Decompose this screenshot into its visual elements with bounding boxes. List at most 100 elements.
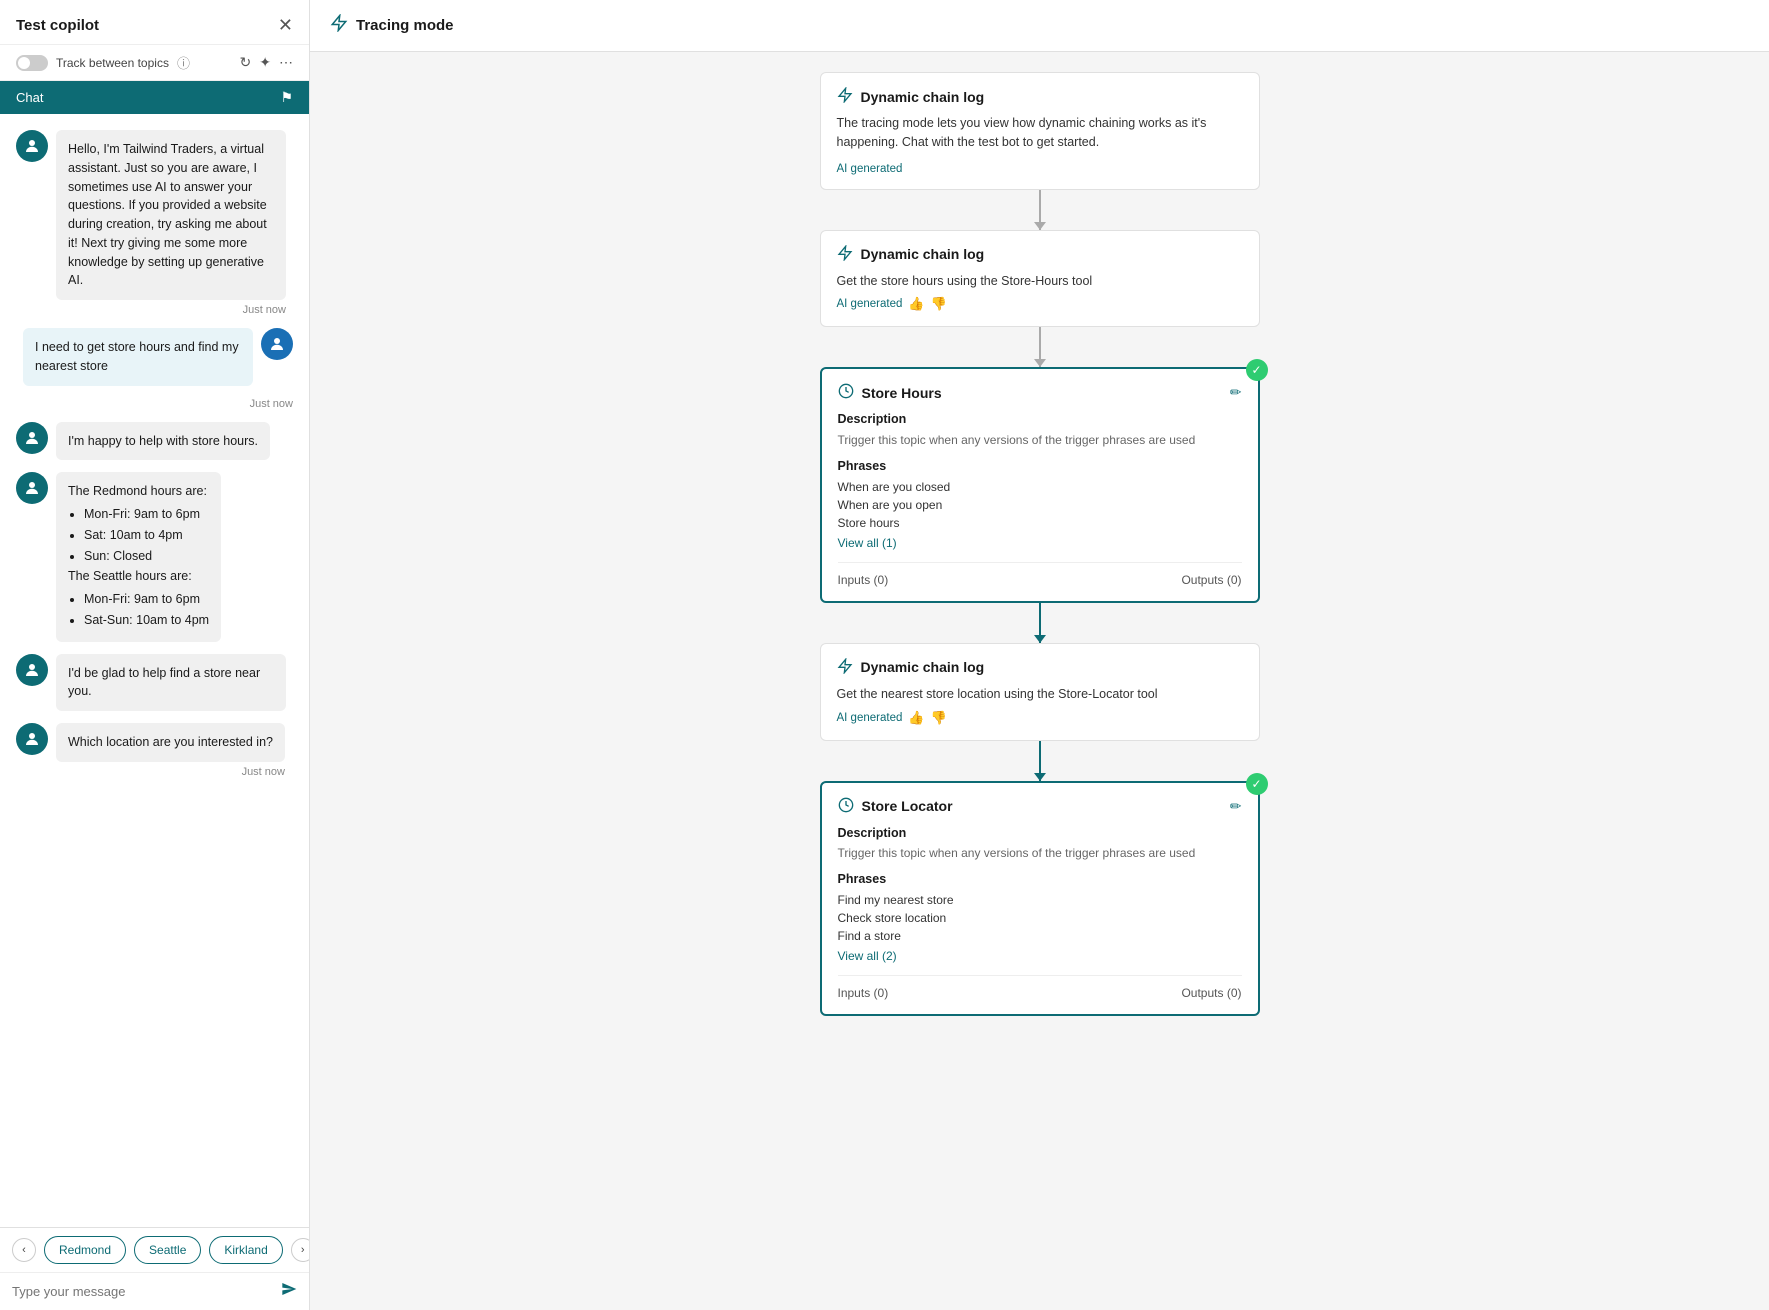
node-body-2: Get the store hours using the Store-Hour…: [837, 272, 1243, 291]
qr-seattle[interactable]: Seattle: [134, 1236, 201, 1264]
node-header-2: Dynamic chain log: [837, 245, 1243, 264]
trace-node-2: Dynamic chain log Get the store hours us…: [820, 230, 1260, 328]
qr-kirkland[interactable]: Kirkland: [209, 1236, 282, 1264]
node-divider-5: [838, 975, 1242, 976]
track-label: Track between topics: [56, 56, 169, 70]
trace-node-4: Dynamic chain log Get the nearest store …: [820, 643, 1260, 741]
view-all-link-3[interactable]: View all (1): [838, 534, 1242, 552]
node-check-5: ✓: [1246, 773, 1268, 795]
tracing-title: Tracing mode: [356, 17, 454, 34]
refresh-button[interactable]: ↻: [240, 54, 252, 71]
bot-redmond-label: The Redmond hours are:: [68, 484, 207, 498]
node-header-3: Store Hours ✏: [838, 383, 1242, 402]
thumbdown-button-2[interactable]: 👎: [931, 296, 947, 312]
bot-text-2: I'm happy to help with store hours.: [68, 434, 258, 448]
bot-avatar-5: [16, 723, 48, 755]
ai-generated-row-4: AI generated 👍 👎: [837, 710, 1243, 726]
node-body-4: Get the nearest store location using the…: [837, 685, 1243, 704]
node-title-4: Dynamic chain log: [861, 659, 985, 675]
chat-area: Hello, I'm Tailwind Traders, a virtual a…: [0, 114, 309, 1227]
phrase-item-3-2: When are you open: [838, 496, 1242, 514]
seattle-sat-sun: Sat-Sun: 10am to 4pm: [84, 611, 209, 630]
info-icon: ⓘ: [177, 53, 190, 72]
add-button[interactable]: ✦: [259, 54, 271, 71]
phrase-item-5-1: Find my nearest store: [838, 891, 1242, 909]
phrase-item-5-3: Find a store: [838, 927, 1242, 945]
ai-generated-link-4[interactable]: AI generated: [837, 712, 903, 724]
bot-text-5: Which location are you interested in?: [68, 735, 273, 749]
description-text-5: Trigger this topic when any versions of …: [838, 844, 1242, 862]
node-divider-3: [838, 562, 1242, 563]
dynamic-chain-icon-4: [837, 658, 853, 677]
node-edit-button-3[interactable]: ✏: [1230, 384, 1242, 401]
connector-1: [1039, 190, 1041, 230]
node-body-3: Description Trigger this topic when any …: [838, 410, 1242, 552]
phrase-item-3-3: Store hours: [838, 514, 1242, 532]
view-all-link-5[interactable]: View all (2): [838, 947, 1242, 965]
node-text-4: Get the nearest store location using the…: [837, 687, 1158, 701]
node-body-1: The tracing mode lets you view how dynam…: [837, 114, 1243, 152]
description-text-3: Trigger this topic when any versions of …: [838, 431, 1242, 449]
qr-redmond[interactable]: Redmond: [44, 1236, 126, 1264]
user-time-1: Just now: [16, 398, 293, 410]
bot-time-1: Just now: [56, 304, 286, 316]
thumbup-button-4[interactable]: 👍: [908, 710, 924, 726]
user-text-1: I need to get store hours and find my ne…: [35, 340, 239, 373]
bot-bubble-3: The Redmond hours are: Mon-Fri: 9am to 6…: [56, 472, 221, 641]
bot-message-row-2: I'm happy to help with store hours.: [16, 422, 293, 461]
seattle-mon-fri: Mon-Fri: 9am to 6pm: [84, 590, 209, 609]
flag-button[interactable]: ⚑: [280, 89, 293, 106]
qr-prev-button[interactable]: ‹: [12, 1238, 36, 1262]
bot-avatar-4: [16, 654, 48, 686]
node-edit-button-5[interactable]: ✏: [1230, 798, 1242, 815]
store-hours-icon: [838, 383, 854, 402]
node-title-3: Store Hours: [862, 385, 942, 401]
node-header-5: Store Locator ✏: [838, 797, 1242, 816]
bot-message-row-4: I'd be glad to help find a store near yo…: [16, 654, 293, 712]
node-text-2: Get the store hours using the Store-Hour…: [837, 274, 1093, 288]
outputs-label-3: Outputs (0): [1181, 573, 1241, 587]
bot-message-row-1: Hello, I'm Tailwind Traders, a virtual a…: [16, 130, 293, 316]
left-panel: Test copilot ✕ Track between topics ⓘ ↻ …: [0, 0, 310, 1310]
phrase-item-5-2: Check store location: [838, 909, 1242, 927]
inputs-label-3: Inputs (0): [838, 573, 889, 587]
bot-avatar-1: [16, 130, 48, 162]
input-row: [0, 1272, 309, 1310]
bot-seattle-label: The Seattle hours are:: [68, 569, 192, 583]
description-label-5: Description: [838, 824, 1242, 843]
thumbdown-button-4[interactable]: 👎: [931, 710, 947, 726]
panel-header: Test copilot ✕: [0, 0, 309, 45]
node-title-1: Dynamic chain log: [861, 89, 985, 105]
tracing-icon: [330, 14, 348, 37]
redmond-sun: Sun: Closed: [84, 547, 209, 566]
node-body-5: Description Trigger this topic when any …: [838, 824, 1242, 966]
bot-bubble-1: Hello, I'm Tailwind Traders, a virtual a…: [56, 130, 286, 300]
bot-bubble-2: I'm happy to help with store hours.: [56, 422, 270, 461]
ai-generated-link-2[interactable]: AI generated: [837, 298, 903, 310]
right-panel: Tracing mode Dynamic chain log The traci…: [310, 0, 1769, 1310]
store-locator-icon: [838, 797, 854, 816]
qr-next-button[interactable]: ›: [291, 1238, 309, 1262]
phrase-item-3-1: When are you closed: [838, 478, 1242, 496]
close-button[interactable]: ✕: [278, 16, 293, 34]
track-row: Track between topics ⓘ ↻ ✦ ⋯: [0, 45, 309, 81]
dynamic-chain-icon-1: [837, 87, 853, 106]
node-footer-3: Inputs (0) Outputs (0): [838, 573, 1242, 587]
node-header-4: Dynamic chain log: [837, 658, 1243, 677]
trace-node-1: Dynamic chain log The tracing mode lets …: [820, 72, 1260, 190]
chat-input[interactable]: [12, 1284, 273, 1299]
more-button[interactable]: ⋯: [279, 54, 293, 71]
bot-bubble-4: I'd be glad to help find a store near yo…: [56, 654, 286, 712]
description-label-3: Description: [838, 410, 1242, 429]
thumbup-button-2[interactable]: 👍: [908, 296, 924, 312]
chat-bottom: ‹ Redmond Seattle Kirkland ›: [0, 1227, 309, 1310]
track-toggle[interactable]: [16, 55, 48, 71]
trace-node-5: ✓ Store Locator ✏ Description Trigger th…: [820, 781, 1260, 1017]
tracing-header: Tracing mode: [310, 0, 1769, 52]
ai-generated-link-1[interactable]: AI generated: [837, 163, 903, 175]
send-button[interactable]: [281, 1281, 297, 1302]
bot-text-4: I'd be glad to help find a store near yo…: [68, 666, 260, 699]
ai-generated-row-2: AI generated 👍 👎: [837, 296, 1243, 312]
node-title-2: Dynamic chain log: [861, 246, 985, 262]
toolbar-icons: ⚑: [280, 89, 293, 106]
